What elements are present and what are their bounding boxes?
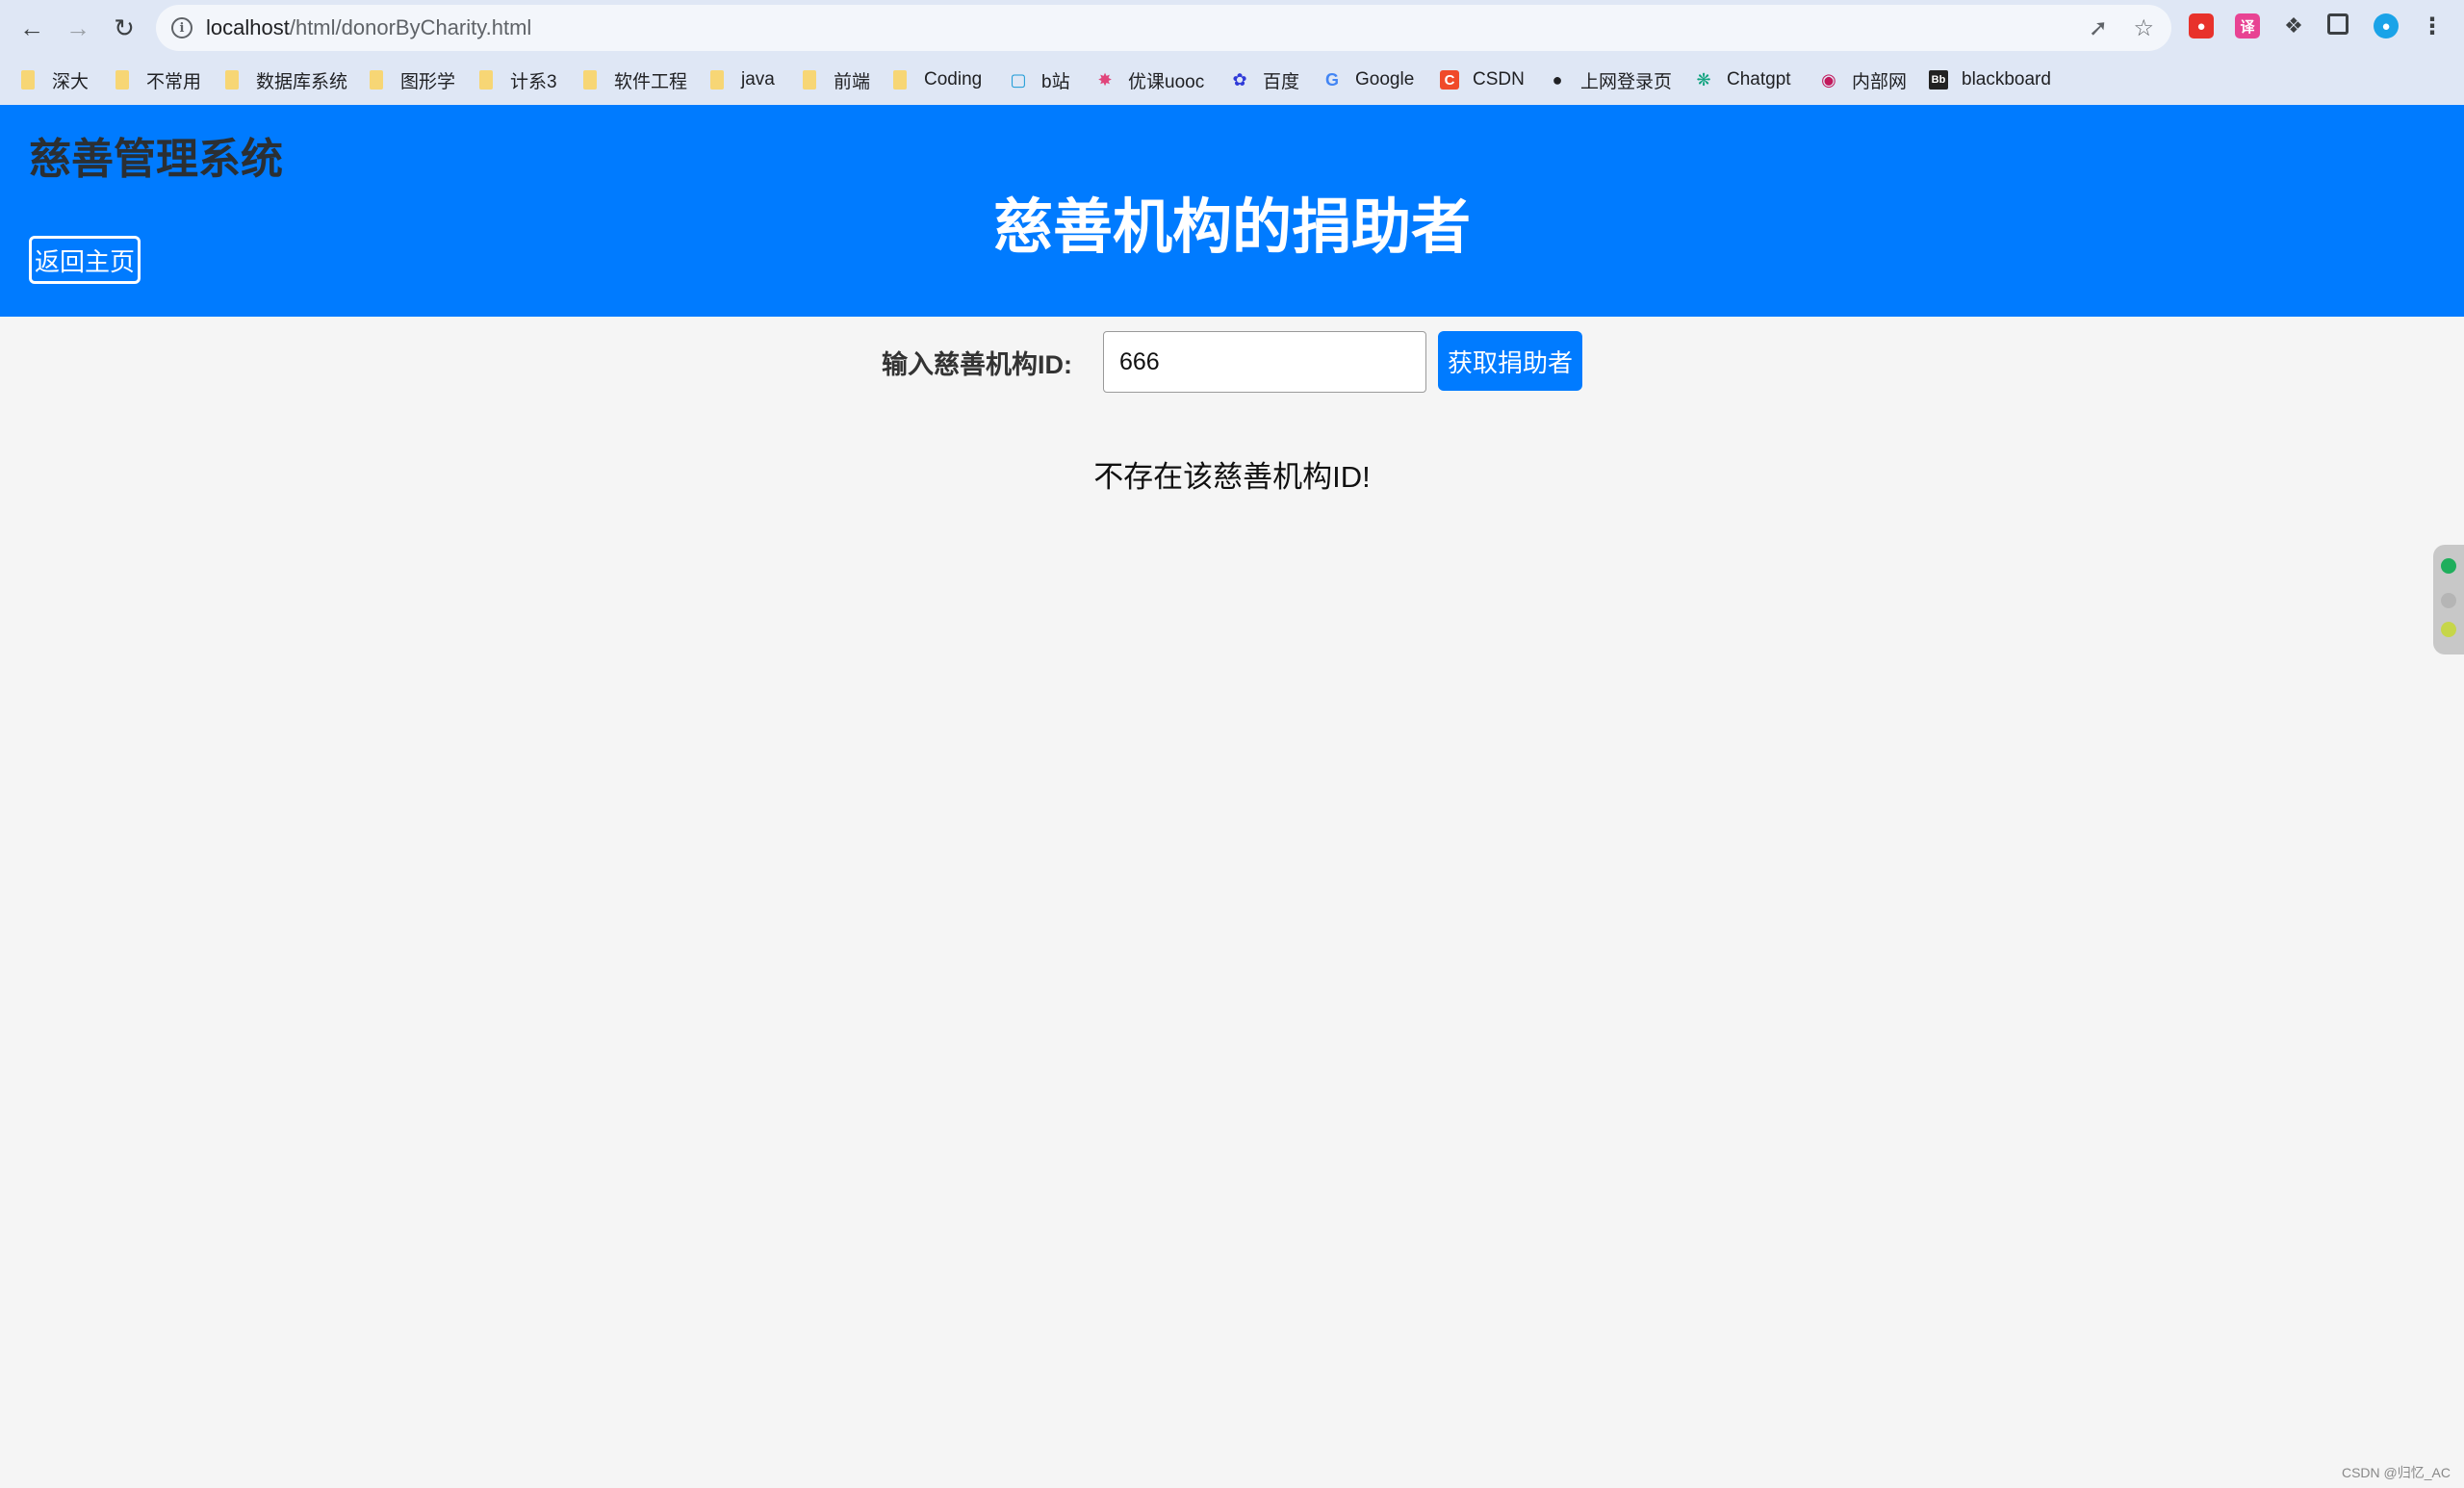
bookmark-item[interactable]: ❋ Chatgpt: [1694, 65, 1791, 94]
url-text[interactable]: localhost/html/donorByCharity.html: [206, 15, 531, 40]
folder-icon: [225, 70, 239, 90]
bookmark-item[interactable]: 不常用: [116, 65, 201, 94]
bookmark-label: Chatgpt: [1727, 69, 1791, 90]
bookmark-item[interactable]: ● 上网登录页: [1548, 65, 1672, 94]
extension-red-icon[interactable]: ●: [2189, 13, 2214, 38]
bookmark-label: CSDN: [1473, 69, 1525, 90]
charity-id-input[interactable]: [1103, 331, 1426, 393]
share-icon[interactable]: ➚: [2089, 14, 2108, 42]
folder-icon: [710, 70, 724, 90]
charity-id-form: 输入慈善机构ID: 获取捐助者: [0, 330, 2464, 393]
page-title: 慈善机构的捐助者: [992, 194, 1471, 261]
bookmark-item[interactable]: 图形学: [370, 65, 455, 94]
folder-icon: [893, 70, 907, 90]
bookmark-label: 优课uooc: [1128, 71, 1205, 92]
bookmark-label: Coding: [924, 69, 983, 90]
charity-id-label: 输入慈善机构ID:: [882, 350, 1072, 379]
side-panel-icon[interactable]: [2327, 13, 2348, 35]
bookmark-item[interactable]: 数据库系统: [225, 65, 347, 94]
bookmark-label: 百度: [1263, 71, 1300, 92]
url-host: localhost: [206, 15, 290, 39]
bookmark-item[interactable]: 计系3: [479, 65, 557, 94]
bookmark-label: 内部网: [1852, 71, 1908, 92]
bookmark-item[interactable]: ✸ 优课uooc: [1095, 65, 1204, 94]
bilibili-icon: ▢: [1010, 69, 1027, 90]
system-title: 慈善管理系统: [29, 136, 283, 183]
bookmark-item[interactable]: ✿ 百度: [1230, 65, 1299, 94]
status-dot-icon: [2441, 558, 2456, 574]
status-dot-icon: [2441, 593, 2456, 608]
bookmark-item[interactable]: Coding: [893, 65, 982, 94]
bookmark-star-icon[interactable]: ☆: [2133, 14, 2154, 42]
page-header: 慈善管理系统 慈善机构的捐助者 返回主页: [0, 105, 2464, 317]
result-message: 不存在该慈善机构ID!: [1093, 460, 1371, 494]
folder-icon: [21, 70, 35, 90]
bookmarks-bar: 深大 不常用 数据库系统 图形学 计系3 软件工程 java 前端 Coding…: [0, 60, 2464, 98]
globe-icon: ●: [1552, 69, 1563, 90]
bookmark-label: blackboard: [1962, 69, 2051, 90]
bookmark-item[interactable]: 深大: [21, 65, 89, 94]
profile-avatar-icon[interactable]: ●: [2374, 13, 2399, 38]
status-dot-icon: [2441, 622, 2456, 637]
fetch-donors-button[interactable]: 获取捐助者: [1438, 331, 1582, 391]
home-button[interactable]: 返回主页: [29, 236, 141, 284]
folder-icon: [583, 70, 597, 90]
puzzle-extensions-icon[interactable]: ❖: [2281, 13, 2306, 38]
watermark: CSDN @归忆_AC: [2341, 1465, 2451, 1480]
browser-chrome: ← → ↻ i localhost/html/donorByCharity.ht…: [0, 0, 2464, 105]
forward-icon[interactable]: →: [60, 10, 96, 46]
bookmark-label: 计系3: [510, 71, 557, 92]
folder-icon: [370, 70, 383, 90]
bookmark-label: 软件工程: [614, 71, 688, 92]
bookmark-label: Google: [1355, 69, 1415, 90]
bookmark-item[interactable]: 软件工程: [583, 65, 687, 94]
uooc-icon: ✸: [1097, 69, 1113, 90]
bookmark-label: b站: [1041, 71, 1070, 92]
bookmark-item[interactable]: ▢ b站: [1009, 65, 1070, 94]
browser-toolbar: ← → ↻ i localhost/html/donorByCharity.ht…: [0, 0, 2464, 56]
bookmark-label: 前端: [834, 71, 871, 92]
bookmark-item[interactable]: C CSDN: [1440, 65, 1525, 94]
bookmark-label: 上网登录页: [1580, 71, 1673, 92]
google-icon: G: [1324, 69, 1339, 90]
bookmark-item[interactable]: Bb blackboard: [1929, 65, 2051, 94]
bookmark-item[interactable]: java: [710, 65, 775, 94]
site-info-icon[interactable]: i: [171, 17, 192, 38]
folder-icon: [479, 70, 493, 90]
extension-pink-icon[interactable]: 译: [2235, 13, 2260, 38]
chatgpt-icon: ❋: [1696, 69, 1711, 90]
bookmark-label: 图形学: [400, 71, 456, 92]
bookmark-item[interactable]: G Google: [1322, 65, 1414, 94]
csdn-icon: C: [1440, 70, 1459, 90]
bookmark-label: 深大: [52, 71, 90, 92]
folder-icon: [803, 70, 816, 90]
bookmark-item[interactable]: 前端: [803, 65, 870, 94]
reload-icon[interactable]: ↻: [106, 10, 142, 46]
folder-icon: [116, 70, 129, 90]
back-icon[interactable]: ←: [13, 10, 50, 46]
blackboard-icon: Bb: [1929, 70, 1948, 90]
more-menu-icon[interactable]: ⋮: [2420, 13, 2445, 39]
address-bar[interactable]: i localhost/html/donorByCharity.html ➚ ☆: [156, 5, 2171, 51]
bookmark-label: java: [741, 69, 775, 90]
baidu-icon: ✿: [1232, 69, 1247, 90]
bookmark-label: 数据库系统: [256, 71, 348, 92]
intranet-icon: ◉: [1821, 69, 1836, 90]
floating-side-widget[interactable]: [2433, 545, 2464, 654]
bookmark-item[interactable]: ◉ 内部网: [1819, 65, 1907, 94]
bookmark-label: 不常用: [146, 71, 202, 92]
url-path: /html/donorByCharity.html: [289, 15, 532, 39]
